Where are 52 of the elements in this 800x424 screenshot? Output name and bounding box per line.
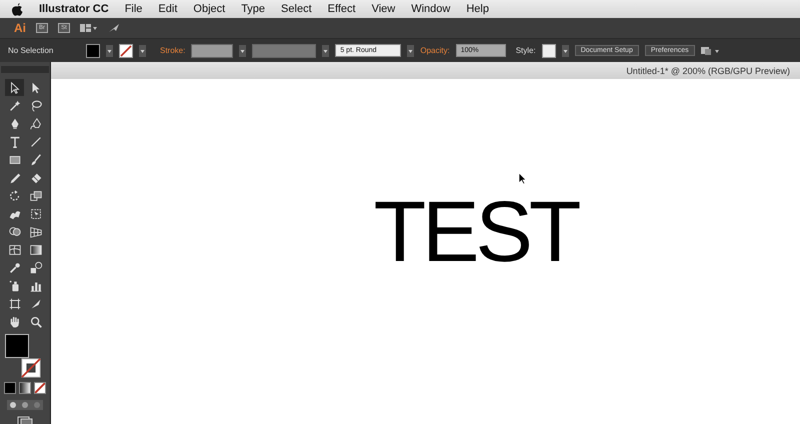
gradient-icon (28, 242, 42, 256)
curved-pen-icon (28, 116, 42, 130)
none-mode-button[interactable] (34, 382, 46, 394)
free-transform-icon (28, 206, 42, 220)
rocket-icon[interactable] (108, 23, 120, 33)
style-label: Style: (516, 46, 536, 55)
app-name-menu[interactable]: Illustrator CC (39, 3, 109, 15)
arrange-documents-icon[interactable] (700, 46, 721, 56)
fill-color-box[interactable] (5, 334, 29, 358)
selection-status: No Selection (8, 46, 54, 55)
spray-can-icon (8, 278, 22, 292)
document-tab[interactable]: Untitled-1* @ 200% (RGB/GPU Preview) (626, 66, 790, 76)
canvas-text: TEST (372, 182, 579, 282)
menu-item[interactable]: Object (193, 3, 226, 15)
line-segment-icon (28, 134, 42, 148)
zoom-magnifier-icon (28, 314, 42, 328)
fill-swatch[interactable] (86, 44, 100, 58)
variable-width-field[interactable] (252, 44, 316, 58)
menu-item[interactable]: Edit (158, 3, 178, 15)
stroke-none-swatch[interactable] (119, 44, 133, 58)
menu-item[interactable]: Select (281, 3, 312, 15)
menu-item[interactable]: Window (411, 3, 450, 15)
scale-squares-icon (28, 188, 42, 202)
selection-arrow-tool[interactable] (5, 79, 24, 96)
menu-item[interactable]: Help (466, 3, 489, 15)
app-logo: Ai (14, 21, 26, 35)
artboard-icon (8, 296, 22, 310)
eyedropper-icon (8, 260, 22, 274)
stroke-none-box[interactable] (21, 358, 41, 378)
apple-logo-icon[interactable] (12, 2, 23, 16)
stroke-label[interactable]: Stroke: (160, 46, 186, 55)
type-tool-icon (8, 134, 22, 148)
rotate-icon (8, 188, 22, 202)
magic-wand-icon (8, 98, 22, 112)
blend-icon (28, 260, 42, 274)
shape-builder-icon (8, 224, 22, 238)
mesh-icon (8, 242, 22, 256)
gradient-mode-button[interactable] (19, 382, 31, 394)
color-mode-button[interactable] (4, 382, 16, 394)
menu-item[interactable]: View (372, 3, 396, 15)
stroke-weight-field[interactable] (191, 44, 234, 58)
paintbrush-icon (28, 152, 42, 166)
menu-item[interactable]: Effect (328, 3, 356, 15)
perspective-grid-icon (28, 224, 42, 238)
drawing-modes-icon[interactable] (7, 400, 43, 410)
style-swatch[interactable] (542, 44, 556, 58)
mouse-pointer-icon (518, 172, 527, 185)
menu-item[interactable]: Type (241, 3, 266, 15)
hand-icon (8, 314, 22, 328)
menu-item[interactable]: File (124, 3, 142, 15)
workspace-layout-icon[interactable] (80, 23, 98, 33)
opacity-label[interactable]: Opacity: (420, 46, 450, 55)
